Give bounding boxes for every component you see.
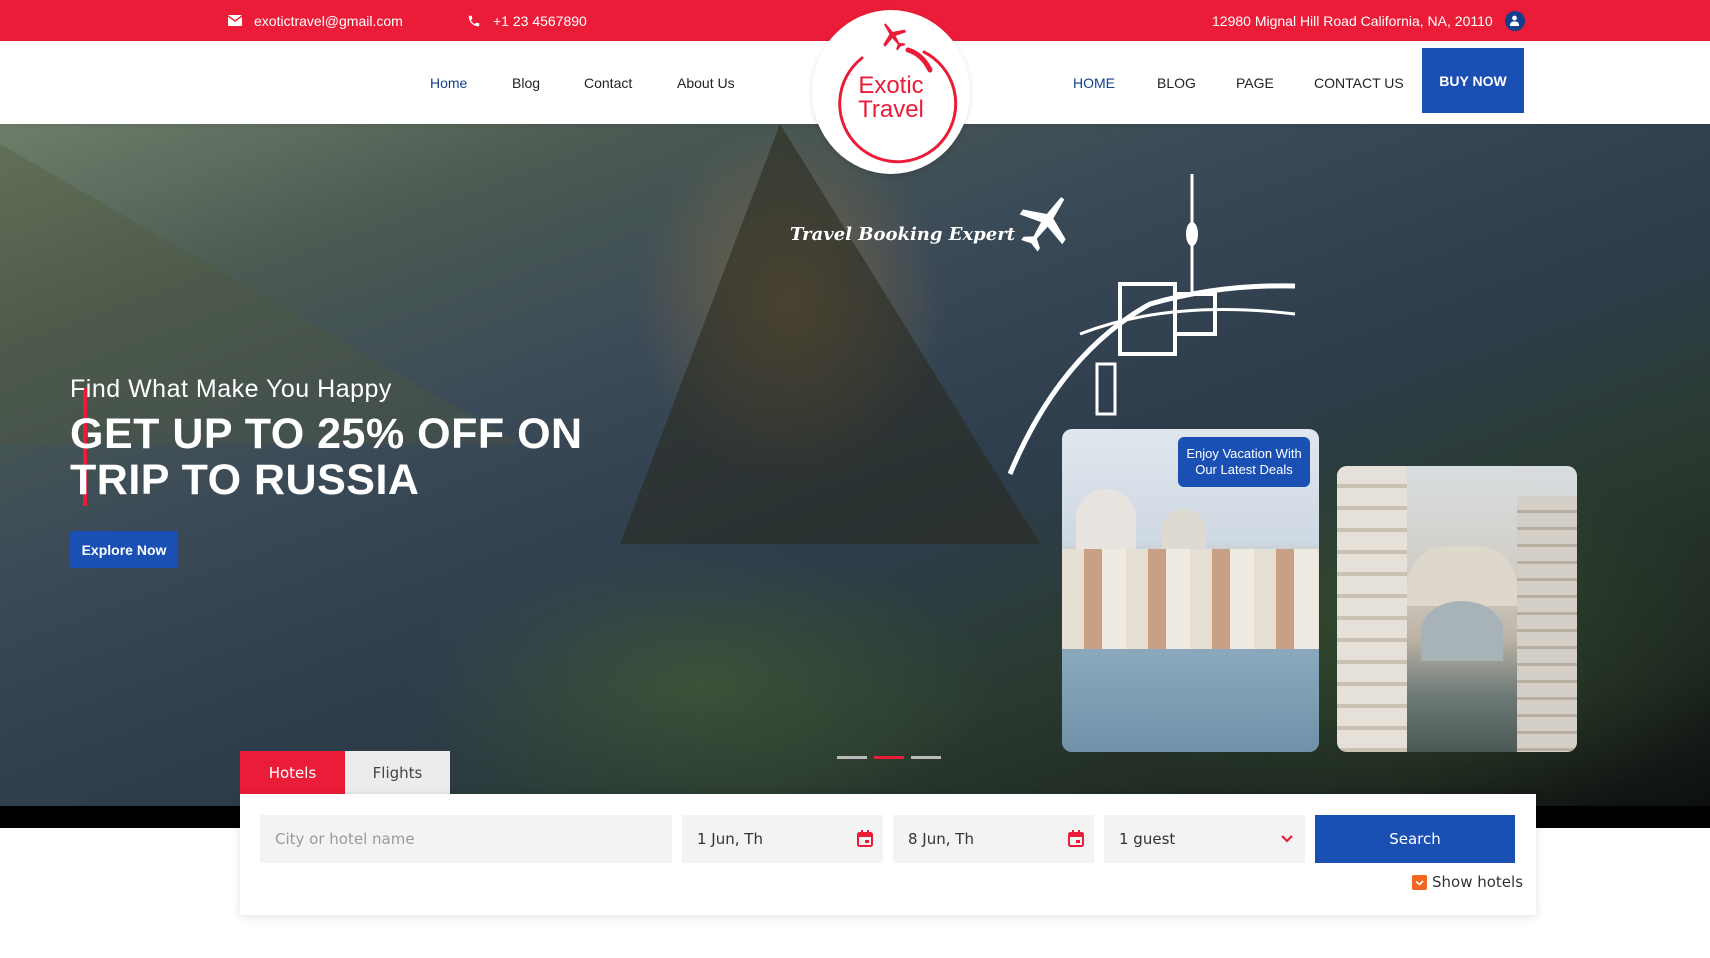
background-peak — [620, 124, 1040, 544]
nav-right-home[interactable]: HOME — [1073, 41, 1115, 124]
site-logo[interactable]: Exotic Travel — [812, 10, 970, 174]
hero-heading: GET UP TO 25% OFF ON TRIP TO RUSSIA — [70, 411, 583, 503]
tab-flights[interactable]: Flights — [345, 751, 450, 794]
chevron-down-icon — [1281, 831, 1293, 849]
nav-left-home[interactable]: Home — [430, 41, 467, 124]
nav-right-contact-us[interactable]: CONTACT US — [1314, 41, 1404, 124]
checkbox-checked-icon[interactable] — [1412, 874, 1427, 890]
search-button[interactable]: Search — [1315, 815, 1515, 863]
email-contact[interactable]: exotictravel@gmail.com — [228, 0, 403, 41]
nav-left-about-us[interactable]: About Us — [677, 41, 735, 124]
address-contact: 12980 Mignal Hill Road California, NA, 2… — [1212, 0, 1525, 41]
address-text: 12980 Mignal Hill Road California, NA, 2… — [1212, 12, 1493, 29]
hero-subheading: Find What Make You Happy — [70, 375, 392, 403]
logo-text-line2: Travel — [858, 96, 924, 123]
phone-icon — [467, 14, 481, 28]
logo-text-line1: Exotic — [858, 72, 924, 99]
guests-value: 1 guest — [1119, 830, 1176, 848]
show-hotels-label: Show hotels — [1432, 873, 1524, 891]
hero-heading-line1: GET UP TO 25% OFF ON — [70, 410, 583, 458]
envelope-icon — [228, 14, 242, 28]
calendar-icon[interactable] — [857, 830, 873, 851]
deal-badge-line2: Our Latest Deals — [1195, 462, 1293, 477]
phone-text: +1 23 4567890 — [493, 12, 587, 29]
buy-now-button[interactable]: BUY NOW — [1422, 48, 1524, 113]
deal-badge-line1: Enjoy Vacation With — [1186, 446, 1302, 461]
phone-contact[interactable]: +1 23 4567890 — [467, 0, 587, 41]
deal-badge: Enjoy Vacation With Our Latest Deals — [1178, 437, 1310, 487]
airplane-illustration-icon — [1019, 197, 1066, 252]
checkin-date-field[interactable]: 1 Jun, Th — [682, 815, 883, 863]
venice-bridge-of-sighs-card[interactable] — [1337, 466, 1577, 752]
tab-hotels[interactable]: Hotels — [240, 751, 345, 794]
hero-tagline: Travel Booking Expert — [790, 224, 1016, 245]
nav-right-page[interactable]: PAGE — [1236, 41, 1274, 124]
email-text: exotictravel@gmail.com — [254, 12, 403, 29]
nav-right-blog[interactable]: BLOG — [1157, 41, 1196, 124]
explore-now-button[interactable]: Explore Now — [70, 531, 178, 568]
show-hotels-checkbox[interactable]: Show hotels — [1412, 873, 1523, 891]
hero-heading-line2: TRIP TO RUSSIA — [70, 456, 420, 504]
slide-dot-2[interactable] — [874, 756, 904, 759]
slide-dot-1[interactable] — [837, 756, 867, 759]
checkout-date-field[interactable]: 8 Jun, Th — [893, 815, 1094, 863]
checkout-date-value: 8 Jun, Th — [908, 830, 974, 848]
guests-select[interactable]: 1 guest — [1104, 815, 1305, 863]
checkin-date-value: 1 Jun, Th — [697, 830, 763, 848]
slide-dot-3[interactable] — [911, 756, 941, 759]
slider-pagination — [837, 756, 941, 759]
destination-input[interactable]: City or hotel name — [260, 815, 672, 863]
nav-left-blog[interactable]: Blog — [512, 41, 540, 124]
search-panel: City or hotel name 1 Jun, Th 8 Jun, Th 1… — [240, 794, 1536, 915]
hero-banner: Find What Make You Happy GET UP TO 25% O… — [0, 124, 1710, 806]
user-account-icon[interactable] — [1504, 10, 1525, 31]
nav-left-contact[interactable]: Contact — [584, 41, 632, 124]
search-tabs: Hotels Flights — [240, 751, 450, 794]
calendar-icon[interactable] — [1068, 830, 1084, 851]
